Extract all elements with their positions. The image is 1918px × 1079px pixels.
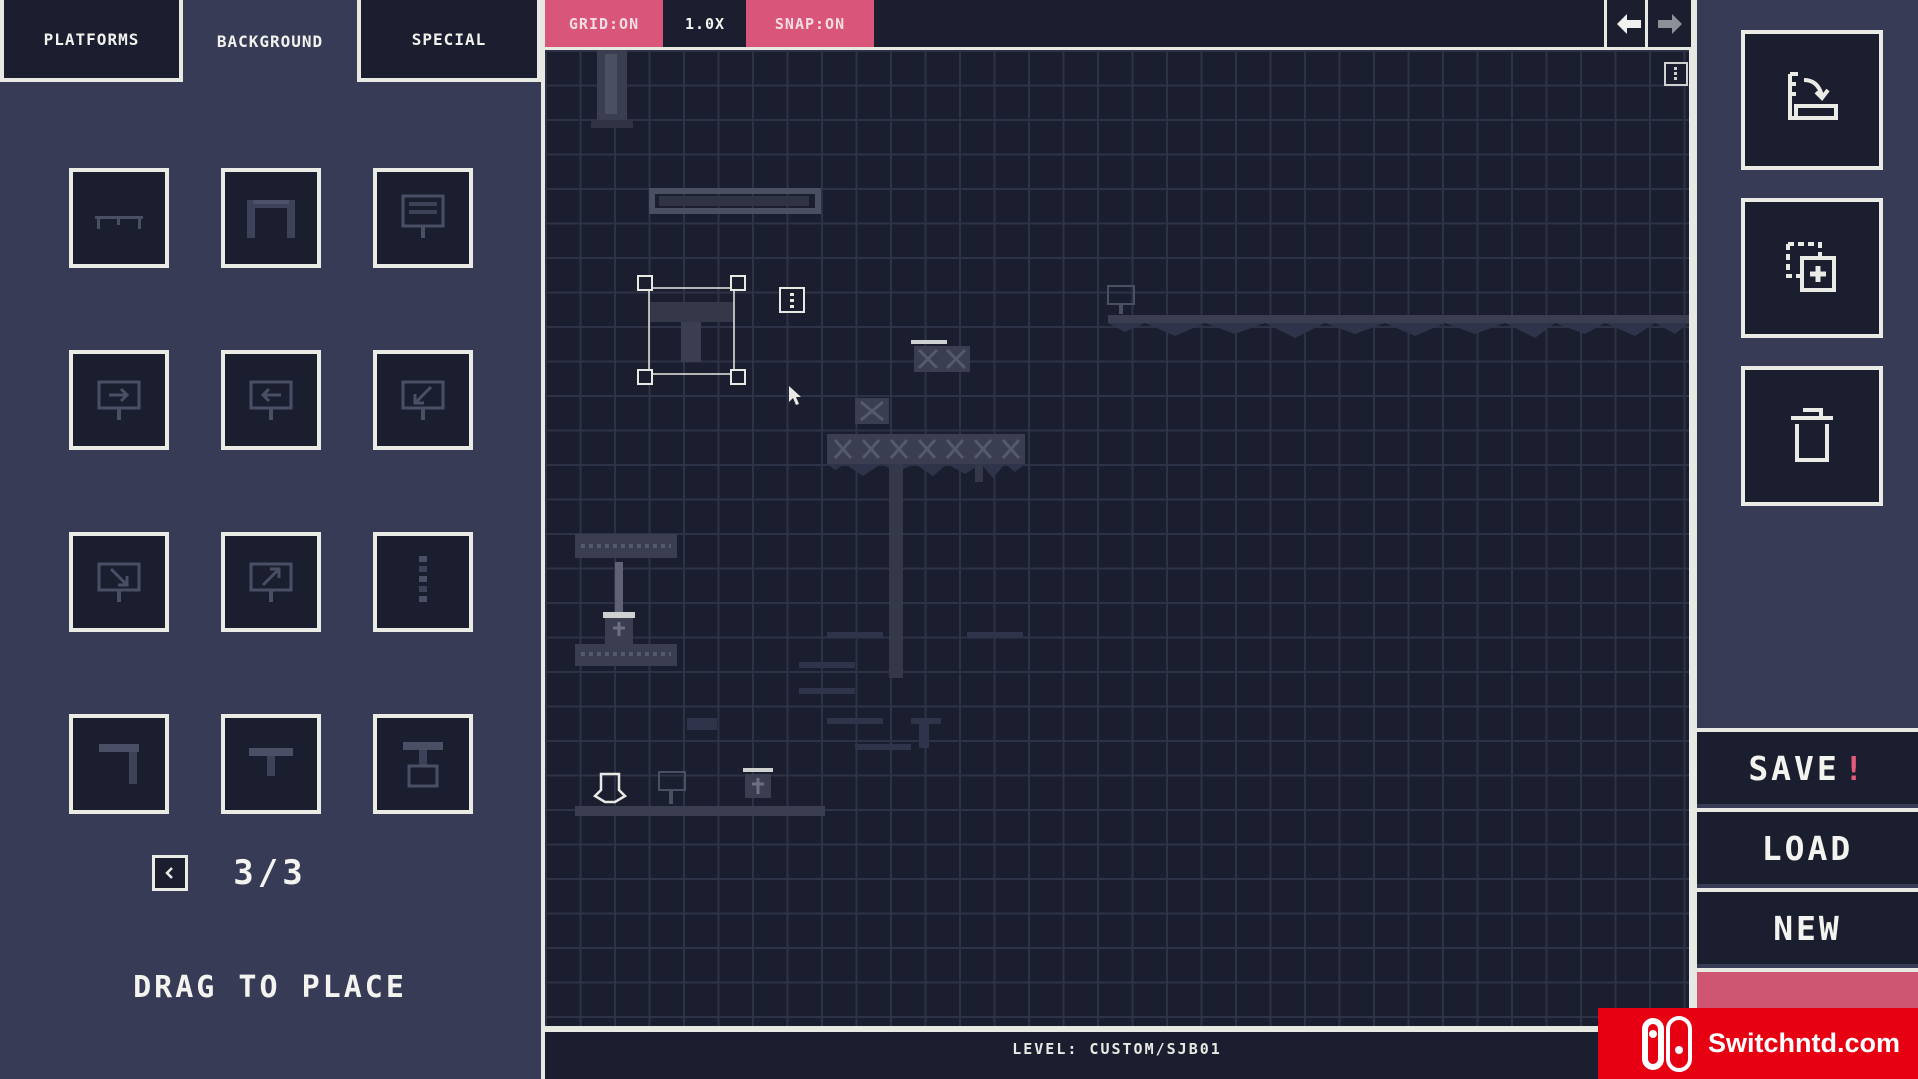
sign-arrow-right-icon — [97, 380, 141, 420]
placed-chain-bridge[interactable] — [649, 188, 821, 214]
import-button[interactable] — [1741, 30, 1883, 170]
sign-arrow-up-right-icon — [249, 562, 293, 602]
vine-corner-icon — [99, 744, 139, 784]
selected-vine-tee[interactable] — [637, 275, 805, 385]
tab-platforms[interactable]: PLATFORMS — [0, 0, 183, 82]
status-bar: LEVEL: CUSTOM/SJB01 — [545, 1032, 1689, 1079]
page-indicator: 3/3 — [233, 853, 307, 893]
grid-toggle[interactable]: GRID:ON — [545, 0, 663, 47]
drag-hint: DRAG TO PLACE — [133, 970, 407, 1005]
palette-item-sign-down-left[interactable] — [373, 350, 473, 450]
palette-item-vine-tee[interactable] — [221, 714, 321, 814]
level-name: LEVEL: CUSTOM/SJB01 — [1012, 1040, 1222, 1058]
palette-item-sign-right[interactable] — [69, 350, 169, 450]
arrow-right-icon — [1657, 13, 1682, 34]
mouse-cursor — [789, 386, 801, 405]
watermark-text: Switchntd.com — [1708, 1028, 1901, 1058]
billboard-icon — [401, 194, 445, 238]
palette-item-sign-left[interactable] — [221, 350, 321, 450]
placed-floor[interactable] — [575, 768, 825, 816]
placed-right-ledge[interactable] — [1107, 285, 1689, 338]
level-grid[interactable] — [545, 50, 1689, 1026]
placed-crates-small[interactable] — [911, 340, 970, 372]
vine-tee-icon — [249, 748, 293, 776]
placed-pillar[interactable] — [591, 50, 633, 128]
sign-arrow-left-icon — [249, 380, 293, 420]
load-button[interactable]: LOAD — [1697, 808, 1918, 884]
canvas-toolbar: GRID:ON 1.0X SNAP:ON — [545, 0, 1691, 47]
chain-icon — [419, 556, 427, 602]
zoom-level-button[interactable]: 1.0X — [666, 0, 744, 47]
import-icon — [1788, 72, 1838, 120]
palette-item-chain[interactable] — [373, 532, 473, 632]
tab-background[interactable]: BACKGROUND — [183, 0, 357, 82]
sign-arrow-down-right-icon — [97, 562, 141, 602]
save-button[interactable]: SAVE ! — [1697, 728, 1918, 804]
palette-item-sign-up-right[interactable] — [221, 532, 321, 632]
duplicate-icon — [1786, 242, 1836, 292]
unsaved-marker: ! — [1843, 748, 1867, 788]
hanging-cage-icon — [403, 742, 443, 788]
duplicate-button[interactable] — [1741, 198, 1883, 338]
canvas-menu-button[interactable] — [1664, 62, 1688, 86]
snap-toggle[interactable]: SNAP:ON — [746, 0, 874, 47]
asset-palette-panel: PLATFORMS BACKGROUND SPECIAL 3/3 DRAG TO… — [0, 0, 541, 1079]
save-label: SAVE — [1748, 748, 1840, 788]
action-panel: SAVE ! LOAD NEW — [1697, 0, 1918, 1079]
bench-icon — [95, 216, 143, 229]
palette-item-archway[interactable] — [221, 168, 321, 268]
arrow-left-icon — [1616, 13, 1641, 34]
palette-item-hanging-cage[interactable] — [373, 714, 473, 814]
chevron-left-icon — [165, 867, 173, 879]
palette-item-vine-corner[interactable] — [69, 714, 169, 814]
watermark: Switchntd.com — [1598, 1008, 1918, 1079]
new-button[interactable]: NEW — [1697, 888, 1918, 964]
sign-arrow-down-left-icon — [401, 380, 445, 420]
placed-left-tower[interactable] — [575, 534, 677, 666]
delete-button[interactable] — [1741, 366, 1883, 506]
undo-button[interactable] — [1604, 0, 1650, 47]
kebab-menu-icon — [1674, 67, 1677, 80]
placed-steps[interactable] — [687, 632, 1023, 750]
archway-icon — [247, 200, 295, 238]
trash-icon — [1791, 408, 1833, 462]
palette-item-billboard[interactable] — [373, 168, 473, 268]
switch-logo-icon — [1642, 1015, 1692, 1072]
level-objects — [575, 50, 1689, 816]
palette-item-sign-down-right[interactable] — [69, 532, 169, 632]
level-canvas-frame: GRID:ON 1.0X SNAP:ON LEVEL: CUSTOM/SJB01 — [541, 0, 1697, 1079]
redo-button[interactable] — [1645, 0, 1691, 47]
previous-page-button[interactable] — [152, 855, 188, 891]
palette-item-bench[interactable] — [69, 168, 169, 268]
tab-special[interactable]: SPECIAL — [357, 0, 541, 82]
